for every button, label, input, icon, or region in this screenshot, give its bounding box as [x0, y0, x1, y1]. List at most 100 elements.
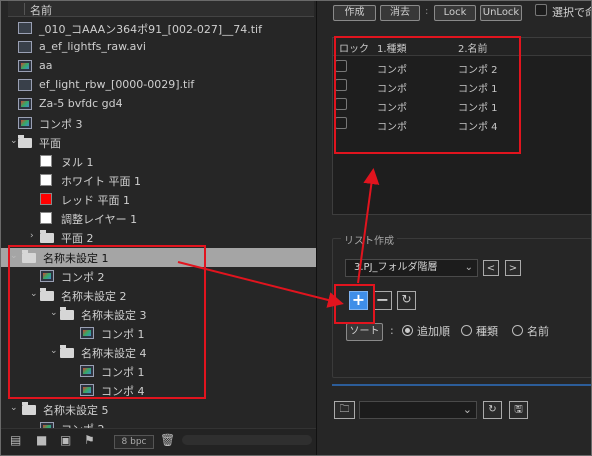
project-item-row[interactable]: ef_light_rbw_[0000-0029].tif [0, 76, 316, 95]
hierarchy-dropdown[interactable]: 3.PJ_フォルダ階層 ⌄ [345, 259, 478, 277]
list-row[interactable]: コンポ コンポ 1 [333, 96, 591, 115]
project-item-row[interactable]: › 平面 2 [0, 228, 316, 247]
sort-radio[interactable] [402, 325, 413, 336]
video-file-icon [18, 41, 32, 53]
chevron-down-icon: ⌄ [462, 403, 472, 416]
reload-icon: ↻ [401, 292, 412, 306]
select-checkbox[interactable] [535, 4, 547, 16]
lock-checkbox[interactable] [335, 98, 347, 110]
sort-colon: : [390, 324, 394, 337]
unlock-button[interactable]: UnLock [480, 5, 522, 21]
divider-line [332, 384, 592, 386]
project-item-row[interactable]: ヌル 1 [0, 152, 316, 171]
project-item-label: 調整レイヤー 1 [61, 213, 138, 226]
project-item-row[interactable]: a_ef_lightfs_raw.avi [0, 38, 316, 57]
chevron-down-icon[interactable]: ⌄ [10, 136, 18, 146]
list-row-type: コンポ [377, 84, 407, 95]
preset-dropdown[interactable]: ⌄ [359, 401, 477, 419]
refresh-button[interactable]: ↻ [483, 401, 502, 419]
project-item-row[interactable]: Za-5 bvfdc gd4 [0, 95, 316, 114]
chevron-down-icon[interactable]: ⌄ [30, 289, 38, 299]
project-item-row[interactable]: aa [0, 57, 316, 76]
solid-icon [40, 155, 52, 167]
composition-icon [80, 384, 94, 396]
save-icon: 🖫 [514, 404, 523, 415]
project-item-row[interactable]: ⌄ 名称未設定 4 [0, 343, 316, 362]
project-item-row[interactable]: コンポ 3 [0, 114, 316, 133]
horizontal-scrollbar[interactable] [182, 435, 312, 445]
project-item-row[interactable]: ⌄ 名称未設定 5 [0, 400, 316, 419]
bit-depth-button[interactable]: 8 bpc [114, 435, 154, 449]
interpret-footage-icon[interactable]: ▤ [10, 433, 21, 447]
new-composition-icon[interactable]: ▣ [60, 433, 71, 447]
project-item-label: _010_コAAAン364ポ91_[002-027]__74.tif [39, 23, 262, 36]
project-item-label: ef_light_rbw_[0000-0029].tif [39, 78, 195, 91]
project-item-label: 名称未設定 2 [61, 290, 127, 303]
project-item-row[interactable]: コンポ 1 [0, 324, 316, 343]
project-item-row[interactable]: _010_コAAAン364ポ91_[002-027]__74.tif [0, 19, 316, 38]
chevron-down-icon[interactable]: ⌄ [50, 308, 58, 318]
list-row-name: コンポ 4 [458, 122, 498, 133]
chevron-right-icon[interactable]: › [30, 231, 34, 241]
toolbar-separator: : [425, 6, 429, 17]
project-item-row[interactable]: コンポ 4 [0, 381, 316, 400]
lock-checkbox[interactable] [335, 117, 347, 129]
folder-icon [60, 345, 74, 358]
sort-radio[interactable] [461, 325, 472, 336]
folder-icon [22, 402, 36, 415]
remove-button[interactable]: − [373, 291, 392, 310]
solid-icon [40, 174, 52, 186]
create-button[interactable]: 作成 [333, 5, 376, 21]
add-button[interactable]: + [349, 291, 368, 310]
project-item-label: 名称未設定 5 [43, 404, 109, 417]
composition-icon [18, 98, 32, 110]
new-folder-icon[interactable]: ■ [36, 433, 47, 447]
lock-column-header[interactable]: ロック [339, 40, 369, 55]
sort-button[interactable]: ソート [346, 323, 383, 341]
list-row-name: コンポ 1 [458, 84, 498, 95]
project-item-row[interactable]: ホワイト 平面 1 [0, 171, 316, 190]
folder-icon [22, 250, 36, 263]
next-button[interactable]: > [505, 260, 521, 276]
project-item-row[interactable]: ⌄ 名称未設定 3 [0, 305, 316, 324]
column-header[interactable]: 名前 [8, 1, 314, 17]
composition-icon [80, 327, 94, 339]
chevron-down-icon[interactable]: ⌄ [10, 403, 18, 413]
project-item-row[interactable]: ⌄ 名称未設定 2 [0, 286, 316, 305]
project-item-label: コンポ 2 [61, 271, 105, 284]
list-row[interactable]: コンポ コンポ 1 [333, 77, 591, 96]
sort-radio-label: 追加順 [417, 325, 450, 338]
project-item-label: a_ef_lightfs_raw.avi [39, 40, 146, 53]
project-item-label: ヌル 1 [61, 156, 94, 169]
project-item-label: 平面 2 [61, 232, 94, 245]
file-sequence-icon [18, 79, 32, 91]
list-row[interactable]: コンポ コンポ 4 [333, 115, 591, 134]
project-item-row[interactable]: ⌄ 平面 [0, 133, 316, 152]
sort-radio-label: 種類 [476, 325, 498, 338]
lock-checkbox[interactable] [335, 60, 347, 72]
type-column-header[interactable]: 1.種類 [377, 40, 407, 55]
chevron-down-icon[interactable]: ⌄ [10, 251, 18, 261]
lock-checkbox[interactable] [335, 79, 347, 91]
project-settings-icon[interactable]: ⚑ [84, 433, 95, 447]
open-folder-button[interactable]: 🗀 [334, 401, 355, 419]
lock-button[interactable]: Lock [434, 5, 476, 21]
project-item-label: コンポ 4 [101, 385, 145, 398]
project-item-row[interactable]: コンポ 1 [0, 362, 316, 381]
trash-icon[interactable]: 🗑 [160, 433, 175, 447]
chevron-down-icon[interactable]: ⌄ [50, 346, 58, 356]
project-item-row[interactable]: ⌄ 名称未設定 1 [0, 248, 316, 267]
project-item-row[interactable]: 調整レイヤー 1 [0, 209, 316, 228]
sort-radio[interactable] [512, 325, 523, 336]
prev-button[interactable]: < [483, 260, 499, 276]
reload-button[interactable]: ↻ [397, 291, 416, 310]
delete-button[interactable]: 消去 [380, 5, 420, 21]
project-item-row[interactable]: レッド 平面 1 [0, 190, 316, 209]
file-sequence-icon [18, 22, 32, 34]
hierarchy-dropdown-value: 3.PJ_フォルダ階層 [354, 262, 438, 273]
project-item-row[interactable]: コンポ 2 [0, 267, 316, 286]
name-column-header[interactable]: 2.名前 [458, 40, 488, 55]
reload-icon: ↻ [488, 404, 497, 415]
save-button[interactable]: 🖫 [509, 401, 528, 419]
list-row[interactable]: コンポ コンポ 2 [333, 58, 591, 77]
